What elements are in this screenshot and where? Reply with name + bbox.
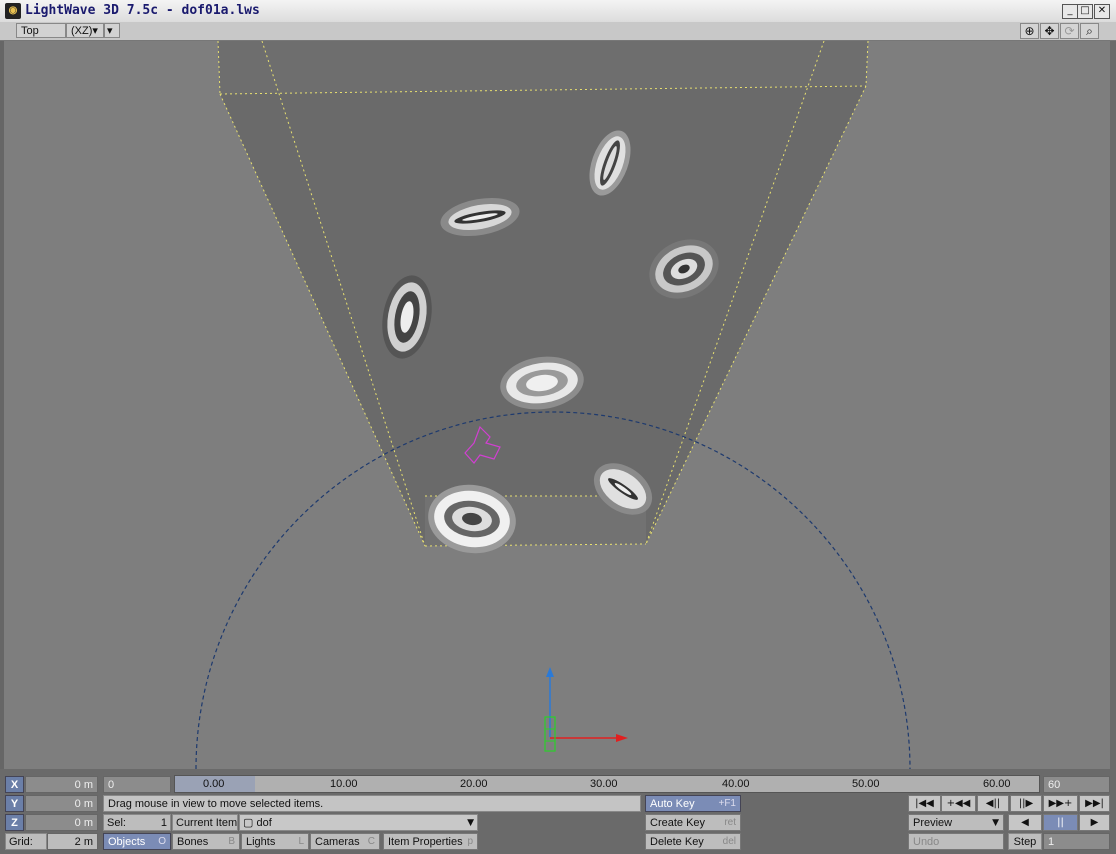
- timeline-tick: 60.00: [983, 778, 1011, 790]
- create-key-hotkey: ret: [724, 817, 736, 828]
- tab-lights-hotkey: L: [298, 836, 304, 847]
- rotate-view-icon[interactable]: ⟳: [1060, 23, 1079, 39]
- item-properties-label: Item Properties: [388, 836, 463, 848]
- delete-key-hotkey: del: [722, 836, 736, 847]
- tab-objects-label: Objects: [108, 836, 146, 848]
- move-view-icon[interactable]: ✥: [1040, 23, 1059, 39]
- viewport-toolbar: Top (XZ)▾ ▾ ⊕ ✥ ⟳ ⌕: [0, 22, 1116, 41]
- timeline-tick: 40.00: [722, 778, 750, 790]
- create-key-label: Create Key: [650, 817, 706, 829]
- z-position-field[interactable]: 0 m: [25, 814, 98, 831]
- timeline-tick: 10.00: [330, 778, 358, 790]
- chevron-down-icon: ▼: [992, 818, 999, 828]
- lightwave-app-icon[interactable]: ◉: [5, 3, 21, 19]
- current-item-dropdown[interactable]: ▢ dof ▼: [239, 814, 478, 831]
- tab-lights[interactable]: Lights L: [241, 833, 309, 850]
- current-item-label: Current Item: [172, 814, 238, 831]
- tab-bones-label: Bones: [177, 836, 209, 848]
- chevron-down-icon: ▾: [92, 25, 98, 37]
- chevron-down-icon: ▼: [467, 818, 474, 828]
- 3d-viewport[interactable]: [4, 41, 1110, 769]
- auto-key-button[interactable]: Auto Key +F1: [645, 795, 741, 812]
- item-properties-hotkey: p: [467, 836, 473, 847]
- timeline-current-frame: 0.00: [203, 778, 225, 790]
- timeline-tick: 50.00: [852, 778, 880, 790]
- zoom-view-icon[interactable]: ⌕: [1080, 23, 1099, 39]
- preview-label: Preview: [913, 817, 953, 829]
- go-to-start-button[interactable]: |◀◀: [908, 795, 941, 812]
- tab-lights-label: Lights: [246, 836, 276, 848]
- pause-button[interactable]: ||: [1043, 814, 1078, 831]
- tab-cameras-hotkey: C: [367, 836, 375, 847]
- viewport-scene: [195, 41, 911, 769]
- timeline-tick: 30.00: [590, 778, 618, 790]
- delete-key-button[interactable]: Delete Key del: [645, 833, 741, 850]
- frustum-face: [220, 86, 866, 546]
- step-label: Step: [1008, 833, 1042, 850]
- minimize-button[interactable]: _: [1062, 4, 1078, 19]
- view-axis-label: (XZ): [71, 25, 93, 37]
- viewport-menu-button[interactable]: ▾: [104, 23, 120, 38]
- tab-cameras[interactable]: Cameras C: [310, 833, 380, 850]
- create-key-button[interactable]: Create Key ret: [645, 814, 741, 831]
- right-border: [1110, 41, 1116, 769]
- x-axis-toggle[interactable]: X: [5, 776, 24, 793]
- go-to-end-button[interactable]: ▶▶|: [1079, 795, 1110, 812]
- start-frame-field[interactable]: 0: [103, 776, 171, 793]
- y-axis-toggle[interactable]: Y: [5, 795, 24, 812]
- grid-size-field[interactable]: 2 m: [47, 833, 98, 850]
- title-bar: ◉ LightWave 3D 7.5c - dof01a.lws _ □ ✕: [0, 0, 1116, 23]
- frustum-top-face: [218, 41, 868, 94]
- step-field[interactable]: 1: [1043, 833, 1110, 850]
- play-backward-button[interactable]: ◀: [1008, 814, 1042, 831]
- timeline-slider[interactable]: 0.00 10.00 20.00 30.00 40.00 50.00 60.00: [174, 775, 1040, 793]
- y-position-field[interactable]: 0 m: [25, 795, 98, 812]
- sel-count: Sel: 1: [103, 814, 171, 831]
- play-forward-button[interactable]: ▶: [1079, 814, 1110, 831]
- view-axis-dropdown[interactable]: (XZ)▾: [66, 23, 104, 38]
- preview-dropdown[interactable]: Preview ▼: [908, 814, 1004, 831]
- auto-key-label: Auto Key: [650, 798, 695, 810]
- item-properties-button[interactable]: Item Properties p: [383, 833, 478, 850]
- delete-key-label: Delete Key: [650, 836, 704, 848]
- undo-button[interactable]: Undo: [908, 833, 1004, 850]
- view-type-dropdown[interactable]: Top: [16, 23, 66, 38]
- tab-objects[interactable]: Objects O: [103, 833, 171, 850]
- previous-key-button[interactable]: +◀◀: [941, 795, 976, 812]
- timeline-tick: 20.00: [460, 778, 488, 790]
- sel-label: Sel:: [107, 817, 126, 829]
- tab-objects-hotkey: O: [158, 836, 166, 847]
- maximize-button[interactable]: □: [1077, 4, 1093, 19]
- auto-key-hotkey: +F1: [718, 798, 736, 809]
- current-item-value: dof: [256, 817, 272, 829]
- chevron-down-icon: ▾: [107, 25, 113, 37]
- tab-cameras-label: Cameras: [315, 836, 360, 848]
- close-button[interactable]: ✕: [1094, 4, 1110, 19]
- camera-axis-gizmo: [544, 667, 628, 752]
- z-axis-toggle[interactable]: Z: [5, 814, 24, 831]
- tab-bones-hotkey: B: [228, 836, 235, 847]
- next-key-button[interactable]: ▶▶+: [1043, 795, 1078, 812]
- view-type-label: Top: [21, 25, 39, 37]
- next-frame-button[interactable]: ||▶: [1010, 795, 1042, 812]
- end-frame-field[interactable]: 60: [1043, 776, 1110, 793]
- grid-label: Grid:: [5, 833, 47, 850]
- tab-bones[interactable]: Bones B: [172, 833, 240, 850]
- sel-value: 1: [160, 817, 167, 829]
- status-bar: Drag mouse in view to move selected item…: [103, 795, 641, 812]
- center-view-icon[interactable]: ⊕: [1020, 23, 1039, 39]
- object-icon: ▢: [243, 817, 254, 829]
- window-title: LightWave 3D 7.5c - dof01a.lws: [25, 3, 260, 18]
- x-position-field[interactable]: 0 m: [25, 776, 98, 793]
- previous-frame-button[interactable]: ◀||: [977, 795, 1009, 812]
